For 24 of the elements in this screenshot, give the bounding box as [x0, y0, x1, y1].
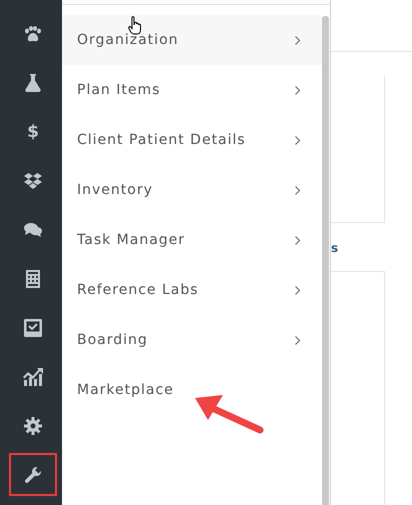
menu-item[interactable]: Task Manager — [62, 215, 322, 265]
dollar-icon: $ — [27, 122, 39, 142]
settings-icon — [24, 416, 42, 434]
hand-cursor-icon — [128, 16, 141, 34]
wrench-icon — [25, 466, 41, 482]
nav-item[interactable]: $ — [6, 107, 60, 156]
boxes-icon — [24, 172, 42, 188]
nav-item[interactable] — [6, 450, 60, 499]
section-heading: s — [331, 240, 338, 257]
menu-item[interactable]: Inventory — [62, 165, 322, 215]
menu-item[interactable]: Reference Labs — [62, 265, 322, 315]
chat-icon — [24, 222, 42, 237]
scrollbar[interactable] — [322, 16, 329, 505]
pointer-arrow — [195, 395, 264, 434]
menu-item[interactable]: Plan Items — [62, 65, 322, 115]
menu-item[interactable]: Marketplace — [62, 365, 322, 415]
menu-item[interactable]: Boarding — [62, 315, 322, 365]
paw-icon — [24, 26, 42, 42]
calculator-icon — [26, 270, 40, 288]
menu-item[interactable]: Client Patient Details — [62, 115, 322, 165]
flask-icon — [25, 74, 41, 92]
checkbox-icon — [24, 318, 42, 336]
menu-item[interactable]: Organization — [62, 15, 322, 65]
chart-icon — [23, 368, 43, 386]
